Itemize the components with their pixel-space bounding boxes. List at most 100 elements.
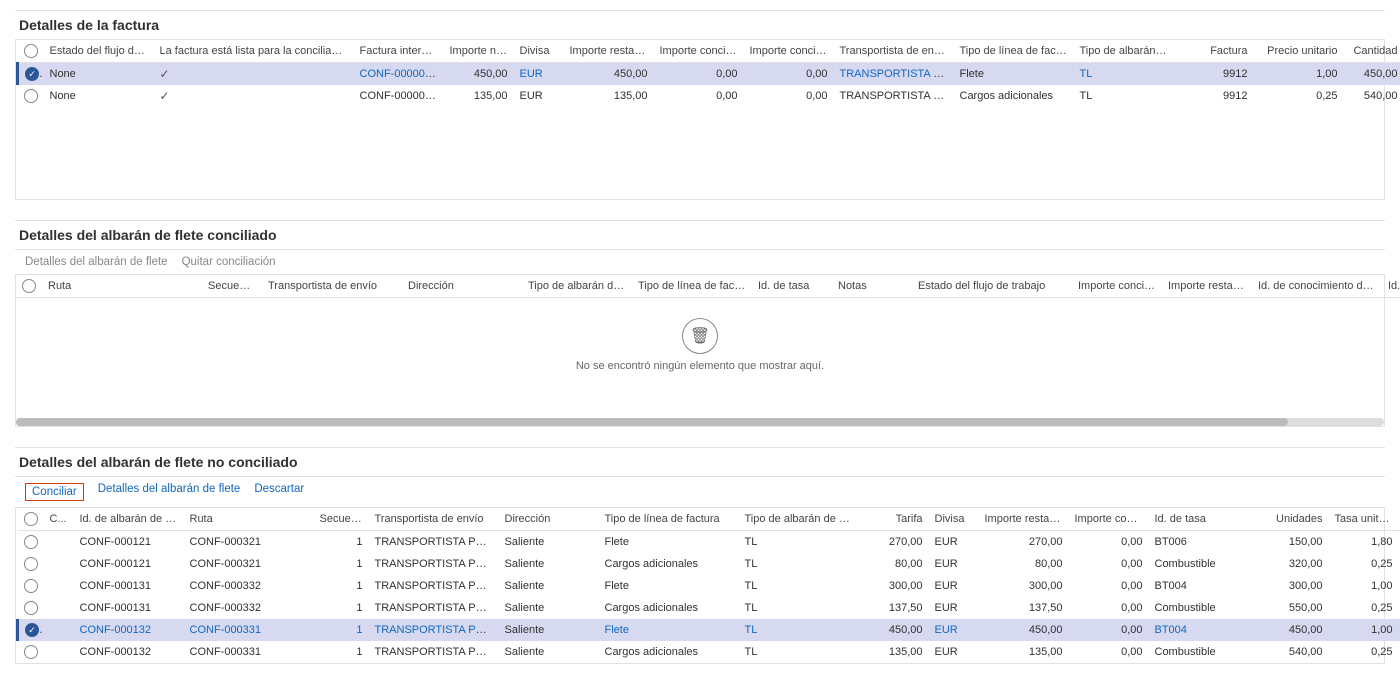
cell-divisa: EUR xyxy=(929,597,979,619)
col-tipo-albaran[interactable]: Tipo de albarán de flete xyxy=(739,508,859,531)
col-importe-restante[interactable]: Importe restante xyxy=(564,40,654,63)
col-tarifa[interactable]: Tarifa xyxy=(859,508,929,531)
col-estado[interactable]: Estado del flujo de trabajo xyxy=(44,40,154,63)
col-id-albaran[interactable]: Id. de albarán de flete xyxy=(74,508,184,531)
col-unidades[interactable]: Unidades xyxy=(1249,508,1329,531)
cell-lista: ✓ xyxy=(154,85,354,107)
col-transportista[interactable]: Transportista de envío xyxy=(834,40,954,63)
table-row[interactable]: CONF-000132 CONF-000331 1 TRANSPORTISTA … xyxy=(18,641,1400,663)
descartar-button[interactable]: Descartar xyxy=(254,483,304,501)
col-direccion[interactable]: Dirección xyxy=(499,508,599,531)
table-row[interactable]: CONF-000131 CONF-000332 1 TRANSPORTISTA … xyxy=(18,575,1400,597)
select-all[interactable] xyxy=(18,40,44,63)
cell-trans[interactable]: TRANSPORTISTA PR004 xyxy=(369,619,499,641)
table-row[interactable]: None ✓ CONF-000000193 135,00 EUR 135,00 … xyxy=(18,85,1400,107)
cell-uni: 150,00 xyxy=(1249,531,1329,554)
col-divisa[interactable]: Divisa xyxy=(929,508,979,531)
row-selector[interactable] xyxy=(24,557,38,571)
select-all[interactable] xyxy=(18,508,44,531)
col-precio[interactable]: Precio unitario xyxy=(1254,40,1344,63)
col-divisa[interactable]: Divisa xyxy=(514,40,564,63)
cell-tipo-linea[interactable]: Flete xyxy=(599,619,739,641)
cell-c xyxy=(44,553,74,575)
col-id-envio[interactable]: Id. del envío xyxy=(1382,275,1400,298)
table-row[interactable]: CONF-000132 CONF-000331 1 TRANSPORTISTA … xyxy=(18,619,1400,641)
cell-transportista[interactable]: TRANSPORTISTA PR004 xyxy=(834,63,954,86)
col-direccion[interactable]: Dirección xyxy=(402,275,522,298)
cell-dir: Saliente xyxy=(499,575,599,597)
col-tipo-linea[interactable]: Tipo de línea de factura xyxy=(599,508,739,531)
cell-factura-interna[interactable]: CONF-000000193 xyxy=(354,63,444,86)
detalles-button[interactable]: Detalles del albarán de flete xyxy=(98,483,241,501)
cell-id[interactable]: CONF-000132 xyxy=(74,619,184,641)
col-tipo-albaran[interactable]: Tipo de albarán de flete xyxy=(522,275,632,298)
cell-divisa[interactable]: EUR xyxy=(514,63,564,86)
horizontal-scrollbar[interactable] xyxy=(16,418,1384,426)
cell-tipo-linea: Cargos adicionales xyxy=(599,641,739,663)
row-selector[interactable] xyxy=(25,623,39,637)
col-tipo-linea[interactable]: Tipo de línea de factura xyxy=(954,40,1074,63)
cell-ruta: CONF-000331 xyxy=(184,641,314,663)
col-id-tasa[interactable]: Id. de tasa xyxy=(752,275,832,298)
cell-tasa[interactable]: BT004 xyxy=(1149,619,1249,641)
row-selector[interactable] xyxy=(24,535,38,549)
row-selector[interactable] xyxy=(24,601,38,615)
quitar-button[interactable]: Quitar conciliación xyxy=(182,256,276,268)
col-tipo-linea[interactable]: Tipo de línea de factura xyxy=(632,275,752,298)
col-importe-conc[interactable]: Importe conciliado xyxy=(654,40,744,63)
cell-seq[interactable]: 1 xyxy=(314,619,369,641)
cell-tasa: Combustible xyxy=(1149,553,1249,575)
col-ruta[interactable]: Ruta xyxy=(184,508,314,531)
col-ruta[interactable]: Ruta xyxy=(42,275,202,298)
cell-dir: Saliente xyxy=(499,531,599,554)
cell-c xyxy=(44,641,74,663)
col-importe-neto[interactable]: Importe neto xyxy=(444,40,514,63)
table-row[interactable]: None ✓ CONF-000000193 450,00 EUR 450,00 … xyxy=(18,63,1400,86)
col-id-tasa[interactable]: Id. de tasa xyxy=(1149,508,1249,531)
table-row[interactable]: CONF-000131 CONF-000332 1 TRANSPORTISTA … xyxy=(18,597,1400,619)
col-tasa-unit[interactable]: Tasa unitaria xyxy=(1329,508,1399,531)
reconciled-section: Detalles del albarán de flete conciliado… xyxy=(15,220,1385,427)
col-importe-conc[interactable]: Importe conciliado xyxy=(1072,275,1162,298)
col-factura-interna[interactable]: Factura interna↑ xyxy=(354,40,444,63)
col-tipo-albaran[interactable]: Tipo de albarán de flete xyxy=(1074,40,1174,63)
table-row[interactable]: CONF-000121 CONF-000321 1 TRANSPORTISTA … xyxy=(18,531,1400,554)
cell-uni: 550,00 xyxy=(1249,597,1329,619)
row-selector[interactable] xyxy=(24,645,38,659)
row-selector[interactable] xyxy=(24,579,38,593)
col-transportista[interactable]: Transportista de envío xyxy=(262,275,402,298)
cell-ruta[interactable]: CONF-000331 xyxy=(184,619,314,641)
col-notas[interactable]: Notas xyxy=(832,275,912,298)
col-lista[interactable]: La factura está lista para la conciliaci… xyxy=(154,40,354,63)
cell-divisa[interactable]: EUR xyxy=(929,619,979,641)
checkmark-icon: ✓ xyxy=(160,67,170,81)
cell-precio: 0,25 xyxy=(1254,85,1344,107)
select-all[interactable] xyxy=(16,275,42,298)
row-selector[interactable] xyxy=(25,67,39,81)
col-secuencia[interactable]: Secuencia xyxy=(314,508,369,531)
col-importe-conc[interactable]: Importe concil... xyxy=(1069,508,1149,531)
conciliar-button[interactable]: Conciliar xyxy=(25,483,84,501)
table-row[interactable]: CONF-000121 CONF-000321 1 TRANSPORTISTA … xyxy=(18,553,1400,575)
col-importe-rest[interactable]: Importe restante xyxy=(1162,275,1252,298)
cell-divisa: EUR xyxy=(514,85,564,107)
cell-rest: 450,00 xyxy=(979,619,1069,641)
col-c[interactable]: C... xyxy=(44,508,74,531)
cell-tasa: BT006 xyxy=(1149,531,1249,554)
col-estado[interactable]: Estado del flujo de trabajo xyxy=(912,275,1072,298)
cell-tipo-albaran[interactable]: TL xyxy=(1074,63,1174,86)
col-factura[interactable]: Factura xyxy=(1174,40,1254,63)
cell-id: CONF-000131 xyxy=(74,597,184,619)
cell-conc: 0,00 xyxy=(1069,531,1149,554)
col-secuencia[interactable]: Secuencia xyxy=(202,275,262,298)
cell-tipo-albaran[interactable]: TL xyxy=(739,619,859,641)
col-id-conoc[interactable]: Id. de conocimiento de e... xyxy=(1252,275,1382,298)
row-selector[interactable] xyxy=(24,89,38,103)
col-transportista[interactable]: Transportista de envío xyxy=(369,508,499,531)
col-importe-conc2[interactable]: Importe conciliado xyxy=(744,40,834,63)
detalles-button[interactable]: Detalles del albarán de flete xyxy=(25,256,168,268)
col-importe-rest[interactable]: Importe restante xyxy=(979,508,1069,531)
cell-tipo-linea: Cargos adicionales xyxy=(599,553,739,575)
col-cantidad[interactable]: Cantidad xyxy=(1344,40,1400,63)
cell-conc: 0,00 xyxy=(1069,597,1149,619)
